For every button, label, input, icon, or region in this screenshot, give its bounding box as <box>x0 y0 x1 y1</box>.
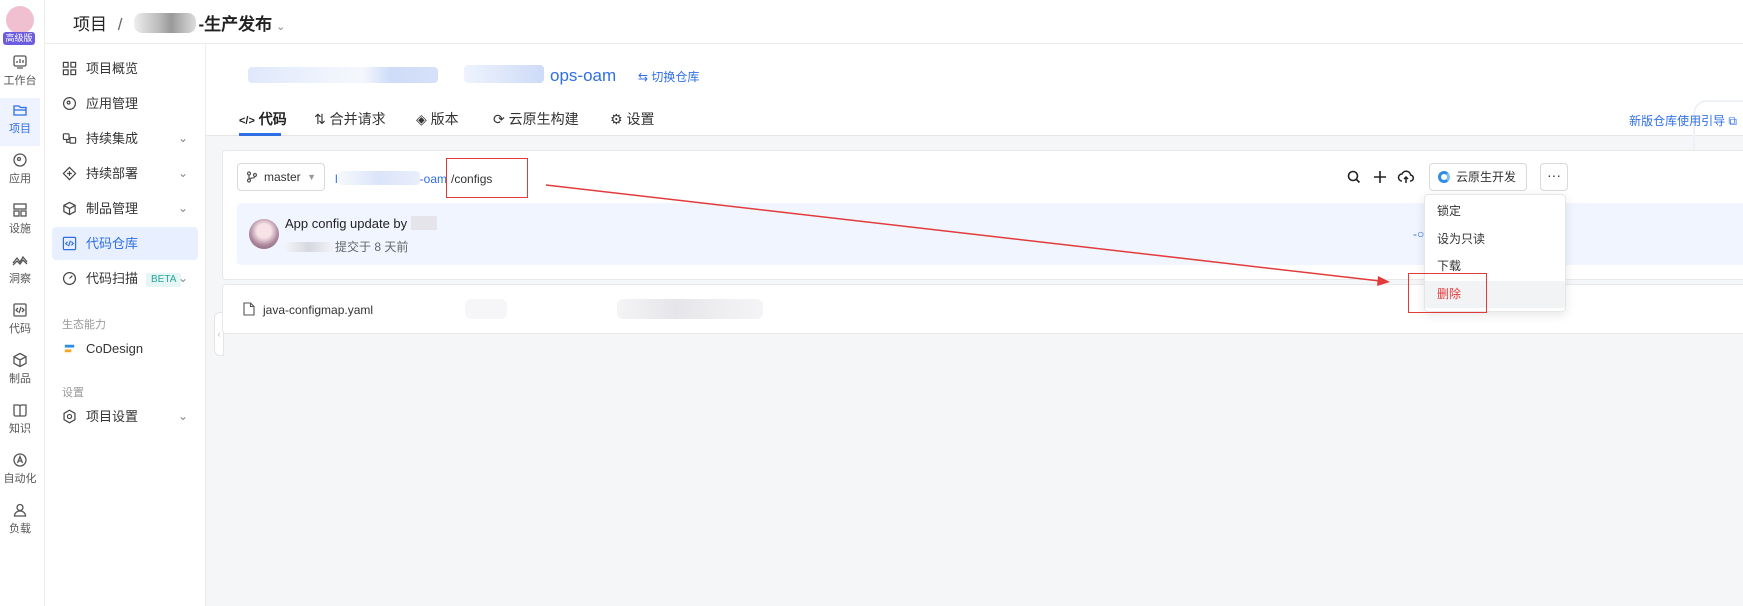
chevron-down-icon[interactable]: ⌄ <box>178 157 188 190</box>
plus-icon[interactable] <box>1371 168 1389 186</box>
commit-message[interactable]: App config update by <box>285 216 438 231</box>
rail-item-facility[interactable]: 设施 <box>0 198 40 246</box>
sidebar-item-codesign[interactable]: CoDesign <box>52 332 198 365</box>
code-brackets-icon: </> <box>239 115 255 127</box>
sidebar-item-project-settings[interactable]: 项目设置 ⌄ <box>52 400 198 433</box>
tab-settings[interactable]: ⚙ 设置 <box>610 109 654 129</box>
tab-merge-requests[interactable]: ⇅ 合并请求 <box>314 109 386 129</box>
server-icon <box>13 203 27 217</box>
tier-badge: 高级版 <box>3 32 35 45</box>
path-segment-repo[interactable]: -oam <box>420 172 447 186</box>
group-label-ecosystem: 生态能力 <box>62 319 106 331</box>
branch-icon <box>246 171 258 183</box>
redacted-path <box>337 171 420 185</box>
redacted-author <box>411 216 438 230</box>
sidebar-item-ci[interactable]: 持续集成 ⌄ <box>52 122 198 155</box>
main-content: ops-oam ⇆ 切换仓库 </> 代码 ⇅ 合并请求 ◈ 版本 ⟳ 云原生构… <box>206 44 1743 606</box>
annotation-box-path <box>446 158 528 198</box>
tab-code[interactable]: </> 代码 <box>239 109 287 129</box>
rail-item-automation[interactable]: 自动化 <box>0 448 40 496</box>
redacted-commit-message <box>465 299 507 319</box>
switch-repo-link[interactable]: ⇆ 切换仓库 <box>638 68 699 85</box>
repo-guide-link[interactable]: 新版仓库使用引导 ⧉ <box>1629 112 1737 129</box>
rail-item-code[interactable]: 代码 <box>0 298 40 346</box>
rail-item-knowledge[interactable]: 知识 <box>0 398 40 446</box>
app-icon <box>13 153 27 167</box>
sidebar-item-code-scan[interactable]: 代码扫描 BETA ⌄ <box>52 262 198 295</box>
redacted-group-name <box>248 67 438 83</box>
rail-item-workbench[interactable]: 工作台 <box>0 50 40 98</box>
breadcrumb-projects[interactable]: 项目 <box>73 15 107 34</box>
beta-badge: BETA <box>146 273 182 287</box>
active-tab-indicator <box>239 133 281 136</box>
sidebar-item-code-repo[interactable]: 代码仓库 <box>52 227 198 260</box>
chevron-down-icon[interactable]: ⌄ <box>178 192 188 225</box>
chevron-down-icon[interactable]: ⌄ <box>276 21 285 33</box>
cloud-native-dev-button[interactable]: 云原生开发 <box>1429 163 1527 191</box>
breadcrumb: 项目 / -生产发布 ⌄ <box>73 13 286 34</box>
scan-gauge-icon <box>62 271 77 286</box>
dashboard-icon <box>13 55 27 69</box>
chevron-down-icon[interactable]: ⌄ <box>178 262 188 295</box>
repo-name[interactable]: ops-oam <box>550 66 616 86</box>
caret-down-icon: ▼ <box>307 172 316 182</box>
search-icon[interactable] <box>1345 168 1363 186</box>
redacted-project-prefix <box>134 13 197 33</box>
folder-icon <box>13 105 27 116</box>
rail-item-app[interactable]: 应用 <box>0 148 40 196</box>
chevron-down-icon[interactable]: ⌄ <box>178 400 188 433</box>
rail-item-load[interactable]: 负载 <box>0 498 40 546</box>
menu-item-readonly[interactable]: 设为只读 <box>1425 226 1565 253</box>
tab-cloud-build[interactable]: ⟳ 云原生构建 <box>493 109 579 129</box>
user-avatar[interactable] <box>6 6 34 34</box>
codesign-logo-icon <box>64 344 75 353</box>
cube-icon <box>13 352 27 368</box>
commit-time: 提交于 8 天前 <box>285 238 408 255</box>
merge-icon: ⇅ <box>314 111 326 127</box>
ci-icon <box>62 133 77 144</box>
external-link-icon: ⧉ <box>1728 114 1737 128</box>
cloud-dev-logo-icon <box>1438 171 1450 183</box>
app-icon <box>62 96 77 111</box>
layers-icon: ◈ <box>416 111 427 127</box>
redacted-repo-prefix <box>464 65 544 83</box>
settings-icon <box>63 409 76 424</box>
icon-rail: 高级版 工作台 项目 应用 设施 洞察 代码 制品 知识 自动化 负载 <box>0 0 45 606</box>
grid-icon <box>62 61 77 76</box>
deploy-icon <box>62 166 77 181</box>
menu-item-lock[interactable]: 锁定 <box>1425 198 1565 225</box>
sidebar-item-app-management[interactable]: 应用管理 <box>52 87 198 120</box>
branch-selector[interactable]: master ▼ <box>237 163 325 191</box>
cloud-build-icon: ⟳ <box>493 111 505 127</box>
redacted-commit-info <box>617 299 763 319</box>
automation-icon <box>13 453 27 467</box>
chevron-down-icon[interactable]: ⌄ <box>178 122 188 155</box>
breadcrumb-project-name[interactable]: -生产发布 <box>198 15 272 34</box>
file-icon <box>243 302 255 316</box>
group-label-settings: 设置 <box>62 387 84 399</box>
rail-item-insight[interactable]: 洞察 <box>0 248 40 296</box>
user-icon <box>13 503 27 517</box>
sidebar-item-artifacts[interactable]: 制品管理 ⌄ <box>52 192 198 225</box>
rail-item-artifact[interactable]: 制品 <box>0 348 40 396</box>
insight-icon <box>12 255 28 266</box>
cube-icon <box>63 201 76 216</box>
commit-author-avatar <box>249 219 279 249</box>
tab-versions[interactable]: ◈ 版本 <box>416 109 459 129</box>
annotation-box-delete <box>1408 273 1487 313</box>
cloud-upload-icon[interactable] <box>1397 168 1415 186</box>
top-bar: 项目 / -生产发布 ⌄ <box>45 0 1743 44</box>
redacted-committer <box>285 242 333 252</box>
code-icon <box>62 236 77 251</box>
file-name[interactable]: java-configmap.yaml <box>263 303 373 317</box>
gear-icon: ⚙ <box>610 111 623 127</box>
repo-header: ops-oam ⇆ 切换仓库 </> 代码 ⇅ 合并请求 ◈ 版本 ⟳ 云原生构… <box>206 44 1743 170</box>
rail-item-project[interactable]: 项目 <box>0 98 40 146</box>
more-actions-button[interactable]: ··· <box>1540 163 1568 191</box>
book-icon <box>13 404 27 417</box>
sidebar-item-overview[interactable]: 项目概览 <box>52 52 198 85</box>
sidebar-item-cd[interactable]: 持续部署 ⌄ <box>52 157 198 190</box>
project-sidebar: 项目概览 应用管理 持续集成 ⌄ 持续部署 ⌄ 制品管理 ⌄ 代码仓库 代码扫描… <box>45 44 206 606</box>
code-icon <box>13 303 27 317</box>
